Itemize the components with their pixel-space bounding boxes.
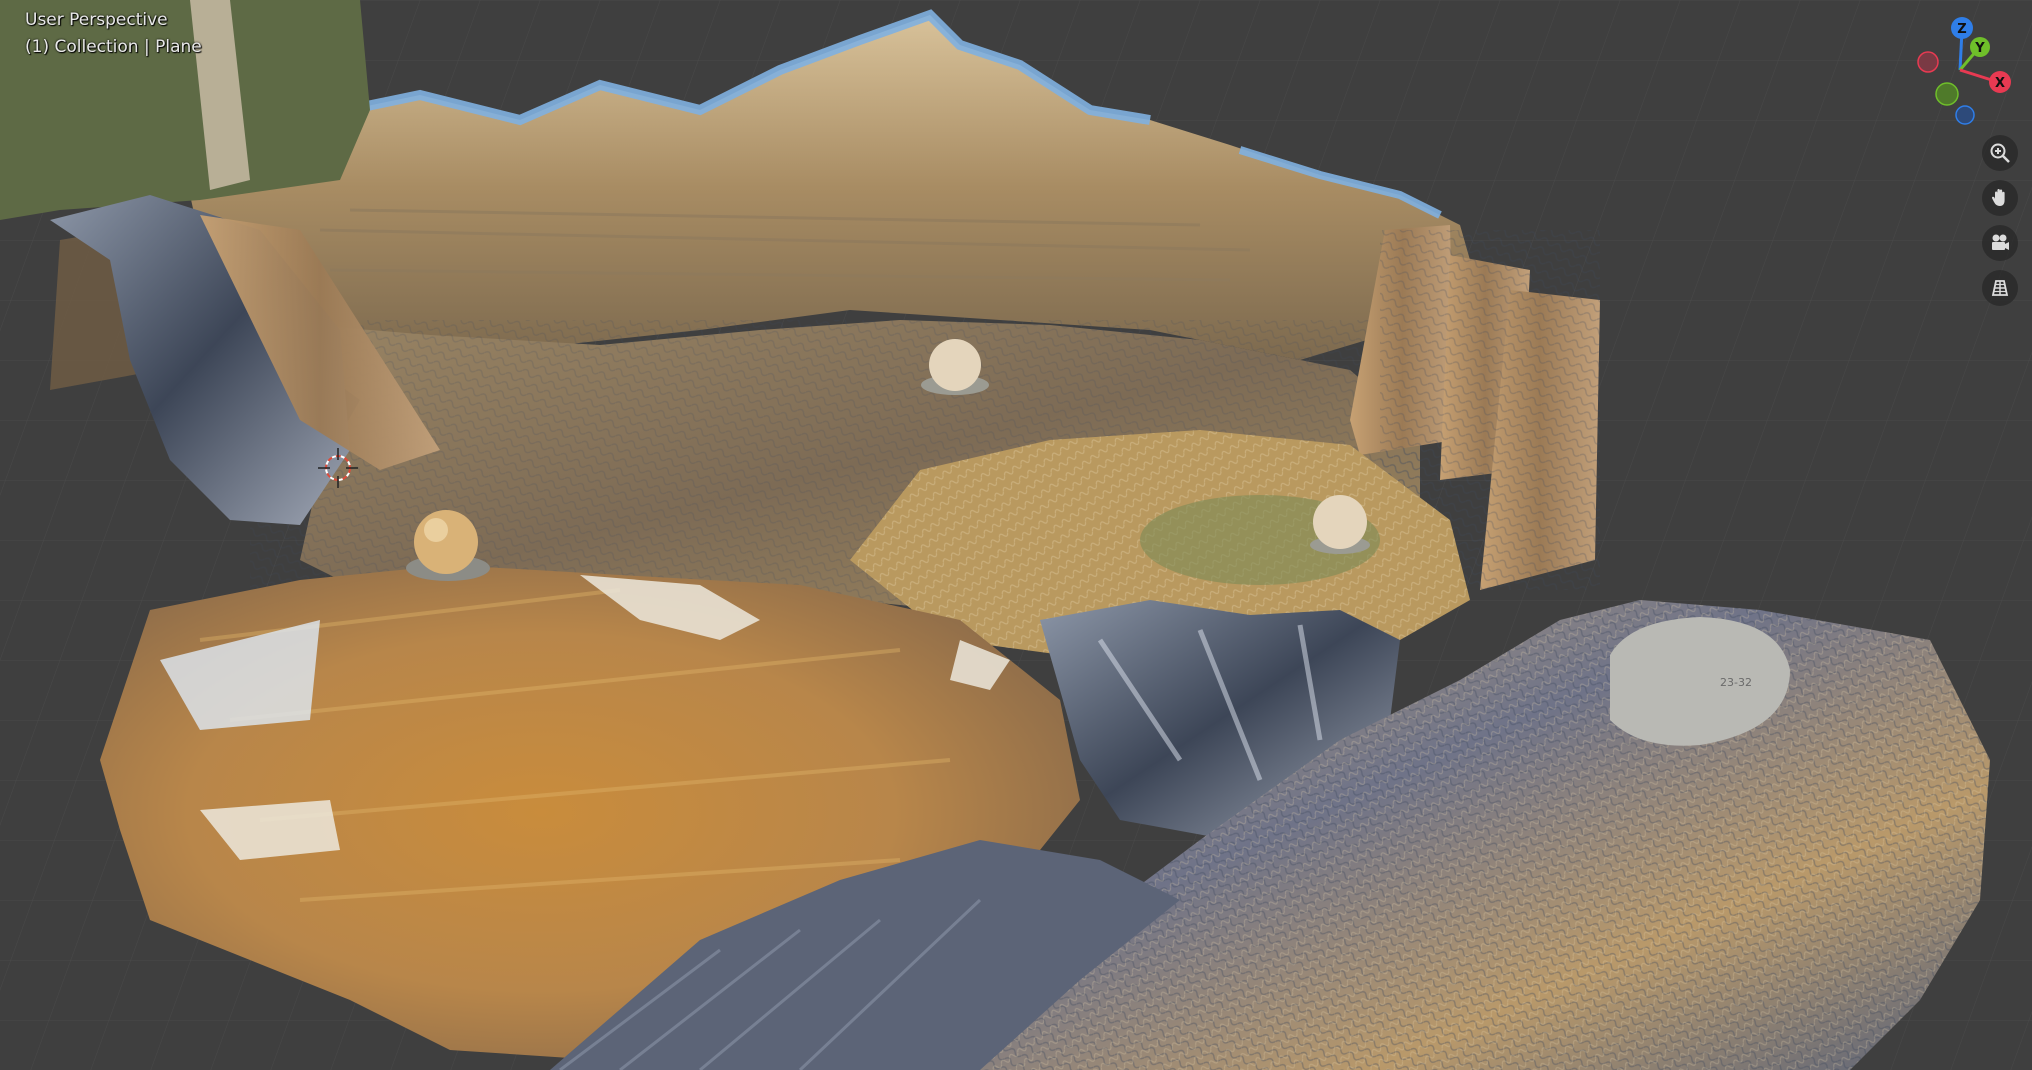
pan-button[interactable]	[1982, 180, 2018, 216]
navigation-gizmo[interactable]: Z Y X	[1892, 12, 2012, 132]
collection-info-label: (1) Collection | Plane	[25, 37, 202, 57]
zoom-in-icon	[1990, 143, 2010, 163]
camera-icon	[1992, 234, 2009, 250]
hand-icon	[1992, 189, 2005, 206]
gizmo-z-axis[interactable]: Z	[1951, 17, 1973, 39]
view-name-label: User Perspective	[25, 10, 168, 30]
zoom-button[interactable]	[1982, 135, 2018, 171]
gizmo-neg-x[interactable]	[1917, 51, 1939, 73]
ortho-toggle-button[interactable]	[1982, 270, 2018, 306]
camera-button[interactable]	[1982, 225, 2018, 261]
gizmo-z-label: Z	[1957, 22, 1966, 37]
gizmo-x-label: X	[1995, 76, 2005, 91]
scene-canvas[interactable]: 23-32	[0, 0, 2032, 1070]
svg-text:23-32: 23-32	[1720, 676, 1752, 689]
3d-viewport[interactable]: 23-32 User Perspective (1) Collection | …	[0, 0, 2032, 1070]
gizmo-neg-z[interactable]	[1955, 105, 1975, 125]
gizmo-neg-y[interactable]	[1935, 82, 1959, 106]
gizmo-y-label: Y	[1974, 41, 1985, 56]
gizmo-x-axis[interactable]: X	[1989, 71, 2011, 93]
grid-icon	[1991, 280, 2009, 296]
gizmo-y-axis[interactable]: Y	[1970, 37, 1990, 57]
